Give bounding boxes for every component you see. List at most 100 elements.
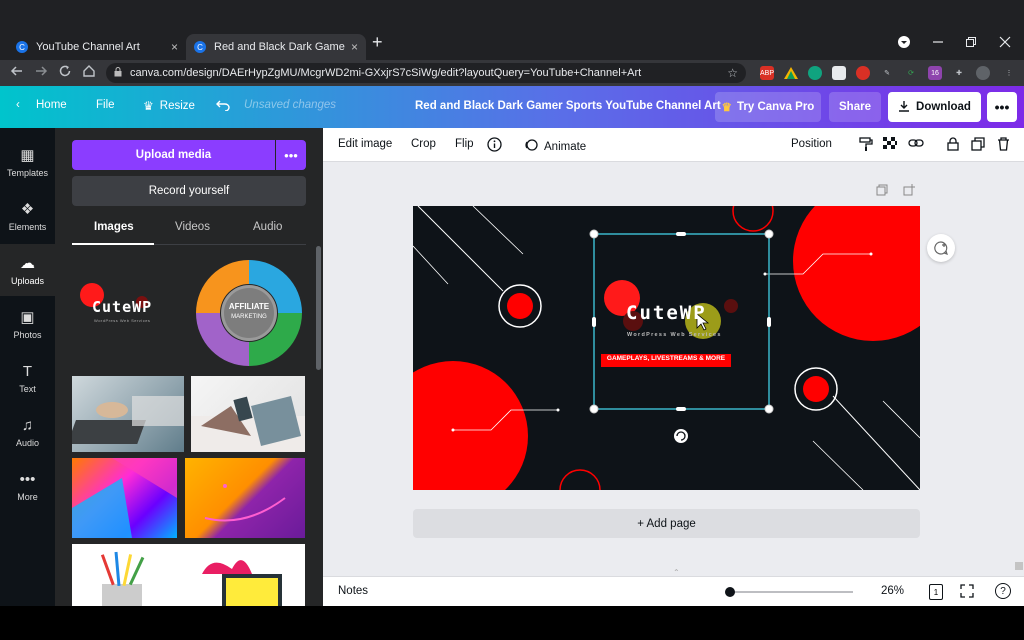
add-page-icon[interactable] (903, 184, 915, 199)
upload-thumb-orange-purple[interactable] (185, 458, 305, 538)
rail-item-more[interactable]: ••• More (0, 460, 55, 512)
new-tab-icon[interactable]: + (372, 32, 383, 53)
photos-icon: ▣ (20, 309, 35, 326)
document-title[interactable]: Red and Black Dark Gamer Sports YouTube … (415, 100, 721, 112)
rail-label: More (17, 491, 38, 502)
rail-item-photos[interactable]: ▣ Photos (0, 298, 55, 350)
canvas-scrollbar[interactable] (1015, 562, 1023, 570)
record-yourself-button[interactable]: Record yourself (72, 176, 306, 206)
paint-roller-icon[interactable] (859, 137, 873, 155)
uploads-panel: Upload media ••• Record yourself Images … (55, 128, 323, 606)
close-tab-icon[interactable]: × (351, 40, 358, 54)
position-button[interactable]: Position (791, 138, 832, 150)
share-button[interactable]: Share (829, 92, 881, 122)
upload-thumb-laptop-photo[interactable] (72, 376, 184, 452)
back-chevron-icon[interactable]: ‹ (16, 99, 20, 111)
browser-tab-strip: C YouTube Channel Art × C Red and Black … (0, 30, 1024, 60)
rail-item-elements[interactable]: ❖ Elements (0, 190, 55, 242)
download-icon (898, 100, 910, 115)
rail-label: Templates (6, 168, 49, 178)
music-note-icon: ♫ (21, 416, 34, 434)
canva-favicon-icon: C (194, 41, 206, 53)
info-icon[interactable] (487, 137, 502, 155)
zoom-slider-track[interactable] (727, 591, 853, 593)
download-label: Download (916, 101, 971, 113)
tab-images[interactable]: Images (94, 221, 134, 233)
unsaved-changes-status: Unsaved changes (244, 99, 337, 111)
upload-media-button[interactable]: Upload media (72, 140, 275, 170)
home-button[interactable]: Home (36, 99, 67, 111)
upload-thumb-gradient-shapes[interactable] (72, 458, 177, 538)
upload-more-button[interactable]: ••• (276, 140, 306, 170)
notification-extension-icon[interactable]: 16 (928, 66, 942, 80)
fullscreen-icon[interactable] (960, 584, 974, 601)
tab-audio[interactable]: Audio (253, 221, 282, 233)
restore-icon[interactable] (965, 36, 977, 51)
canvas-banner-text[interactable]: GAMEPLAYS, LIVESTREAMS & MORE (601, 355, 731, 362)
back-arrow-icon[interactable] (10, 64, 24, 81)
link-icon[interactable] (908, 137, 924, 152)
duplicate-page-icon[interactable] (876, 184, 888, 199)
resize-button[interactable]: ♛ Resize (143, 99, 195, 113)
refresh-extension-icon[interactable]: ⟳ (904, 66, 918, 80)
adblock-extension-icon[interactable]: ABP (760, 66, 774, 80)
avatar[interactable] (976, 66, 990, 80)
trash-icon[interactable] (997, 137, 1010, 154)
zoom-slider-handle[interactable] (725, 587, 735, 597)
zoom-level[interactable]: 26% (881, 585, 904, 597)
page-count-button[interactable]: 1 (929, 584, 943, 600)
red-extension-icon[interactable] (856, 66, 870, 80)
rail-item-templates[interactable]: ▦ Templates (0, 136, 55, 188)
window-close-icon[interactable] (999, 36, 1011, 51)
canvas-logo-subtitle[interactable]: WordPress Web Services (627, 332, 722, 338)
crop-button[interactable]: Crop (411, 138, 436, 150)
duplicate-icon[interactable] (971, 137, 985, 154)
rail-label: Uploads (10, 276, 45, 286)
try-canva-pro-button[interactable]: ♛ Try Canva Pro (715, 92, 821, 122)
tool-extension-icon[interactable]: ✎ (880, 66, 894, 80)
file-menu-button[interactable]: File (96, 99, 115, 111)
add-page-button[interactable]: + Add page (413, 509, 920, 538)
lock-icon (114, 67, 122, 79)
upload-thumb-affiliate-marketing[interactable]: AFFILIATE MARKETING (192, 256, 306, 370)
panel-scrollbar[interactable] (316, 246, 321, 370)
edit-image-button[interactable]: Edit image (338, 138, 392, 150)
undo-icon[interactable] (216, 99, 230, 111)
screenshot-extension-icon[interactable] (832, 66, 846, 80)
lock-element-icon[interactable] (947, 137, 959, 154)
add-comment-icon[interactable] (927, 234, 955, 262)
profile-menu-icon[interactable] (898, 36, 910, 51)
puzzle-extensions-icon[interactable]: ✚ (952, 66, 966, 80)
url-text: canva.com/design/DAErHypZgMU/McgrWD2mi-G… (130, 67, 642, 79)
rail-item-text[interactable]: T Text (0, 352, 55, 404)
design-canvas[interactable]: CuteWP WordPress Web Services GAMEPLAYS,… (413, 206, 920, 490)
resize-crown-icon: ♛ (143, 99, 154, 113)
upload-thumb-phone-photo[interactable] (191, 376, 305, 452)
tab-videos[interactable]: Videos (175, 221, 210, 233)
flip-button[interactable]: Flip (455, 138, 474, 150)
upload-thumb-cutewp-logo[interactable]: CuteWP WordPress Web Services (72, 260, 182, 360)
browser-menu-icon[interactable]: ⋮ (1002, 66, 1016, 80)
address-bar[interactable]: canva.com/design/DAErHypZgMU/McgrWD2mi-G… (106, 63, 746, 83)
canvas-logo-title[interactable]: CuteWP (626, 302, 707, 324)
browser-tab-youtube-channel-art[interactable]: C YouTube Channel Art × (8, 34, 186, 60)
minimize-icon[interactable] (932, 36, 944, 51)
more-options-button[interactable]: ••• (987, 92, 1017, 122)
animate-button[interactable]: Animate (524, 138, 586, 155)
home-icon[interactable] (82, 64, 96, 81)
grammar-extension-icon[interactable] (808, 66, 822, 80)
browser-tab-design[interactable]: C Red and Black Dark Gamer Sports YouTub… (186, 34, 366, 60)
letterbox-bottom (0, 606, 1024, 640)
close-tab-icon[interactable]: × (171, 40, 178, 54)
forward-arrow-icon[interactable] (34, 64, 48, 81)
rail-item-uploads[interactable]: ☁ Uploads (0, 244, 55, 296)
transparency-icon[interactable] (883, 137, 897, 154)
upload-thumb-art-supplies[interactable] (72, 544, 305, 606)
drive-extension-icon[interactable] (784, 66, 798, 80)
bookmark-star-icon[interactable]: ☆ (727, 66, 738, 80)
rail-item-audio[interactable]: ♫ Audio (0, 406, 55, 458)
notes-button[interactable]: Notes (338, 585, 368, 597)
download-button[interactable]: Download (888, 92, 981, 122)
reload-icon[interactable] (58, 64, 72, 81)
help-icon[interactable]: ? (995, 583, 1011, 599)
